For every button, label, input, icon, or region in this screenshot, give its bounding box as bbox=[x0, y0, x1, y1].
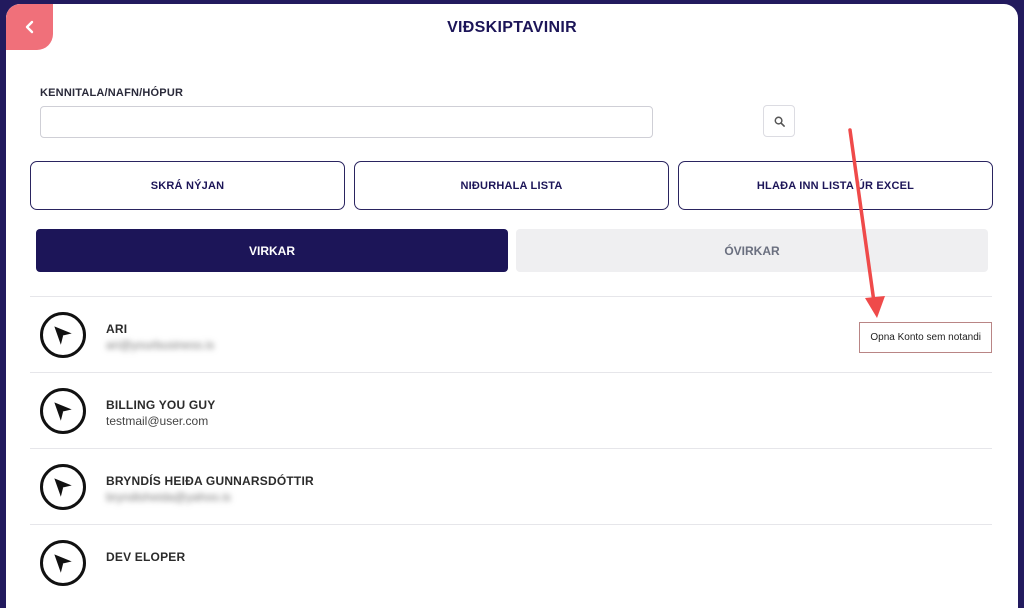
search-button[interactable] bbox=[763, 105, 795, 137]
search-input[interactable] bbox=[40, 106, 653, 138]
search-label: KENNITALA/NAFN/HÓPUR bbox=[40, 87, 184, 99]
list-item[interactable]: DEV ELOPER bbox=[30, 524, 992, 600]
tab-inactive[interactable]: ÓVIRKAR bbox=[516, 229, 988, 272]
search-icon bbox=[774, 116, 785, 127]
customer-email: testmail@user.com bbox=[106, 414, 209, 428]
avatar bbox=[40, 464, 86, 510]
paper-plane-icon bbox=[54, 554, 73, 573]
avatar bbox=[40, 312, 86, 358]
list-item[interactable]: BILLING YOU GUY testmail@user.com bbox=[30, 372, 992, 448]
download-list-button[interactable]: NIÐURHALA LISTA bbox=[354, 161, 669, 210]
open-as-user-button[interactable]: Opna Konto sem notandi bbox=[859, 322, 992, 353]
register-new-button[interactable]: SKRÁ NÝJAN bbox=[30, 161, 345, 210]
customer-name: BRYNDÍS HEIÐA GUNNARSDÓTTIR bbox=[106, 474, 314, 488]
paper-plane-icon bbox=[54, 478, 73, 497]
customer-list: ARI ari@yourbusiness.is Opna Konto sem n… bbox=[30, 296, 992, 600]
customer-name: BILLING YOU GUY bbox=[106, 398, 216, 412]
customer-name: DEV ELOPER bbox=[106, 550, 186, 564]
tab-active[interactable]: VIRKAR bbox=[36, 229, 508, 272]
import-excel-button[interactable]: HLAÐA INN LISTA ÚR EXCEL bbox=[678, 161, 993, 210]
avatar bbox=[40, 388, 86, 434]
list-item[interactable]: BRYNDÍS HEIÐA GUNNARSDÓTTIR bryndisheida… bbox=[30, 448, 992, 524]
avatar bbox=[40, 540, 86, 586]
customer-email: ari@yourbusiness.is bbox=[106, 338, 215, 352]
paper-plane-icon bbox=[54, 326, 73, 345]
list-item[interactable]: ARI ari@yourbusiness.is Opna Konto sem n… bbox=[30, 296, 992, 372]
customer-name: ARI bbox=[106, 322, 128, 336]
main-panel: VIÐSKIPTAVINIR KENNITALA/NAFN/HÓPUR SKRÁ… bbox=[6, 4, 1018, 608]
customer-email: bryndisheida@yahoo.is bbox=[106, 490, 231, 504]
paper-plane-icon bbox=[54, 402, 73, 421]
page-title: VIÐSKIPTAVINIR bbox=[447, 19, 577, 36]
